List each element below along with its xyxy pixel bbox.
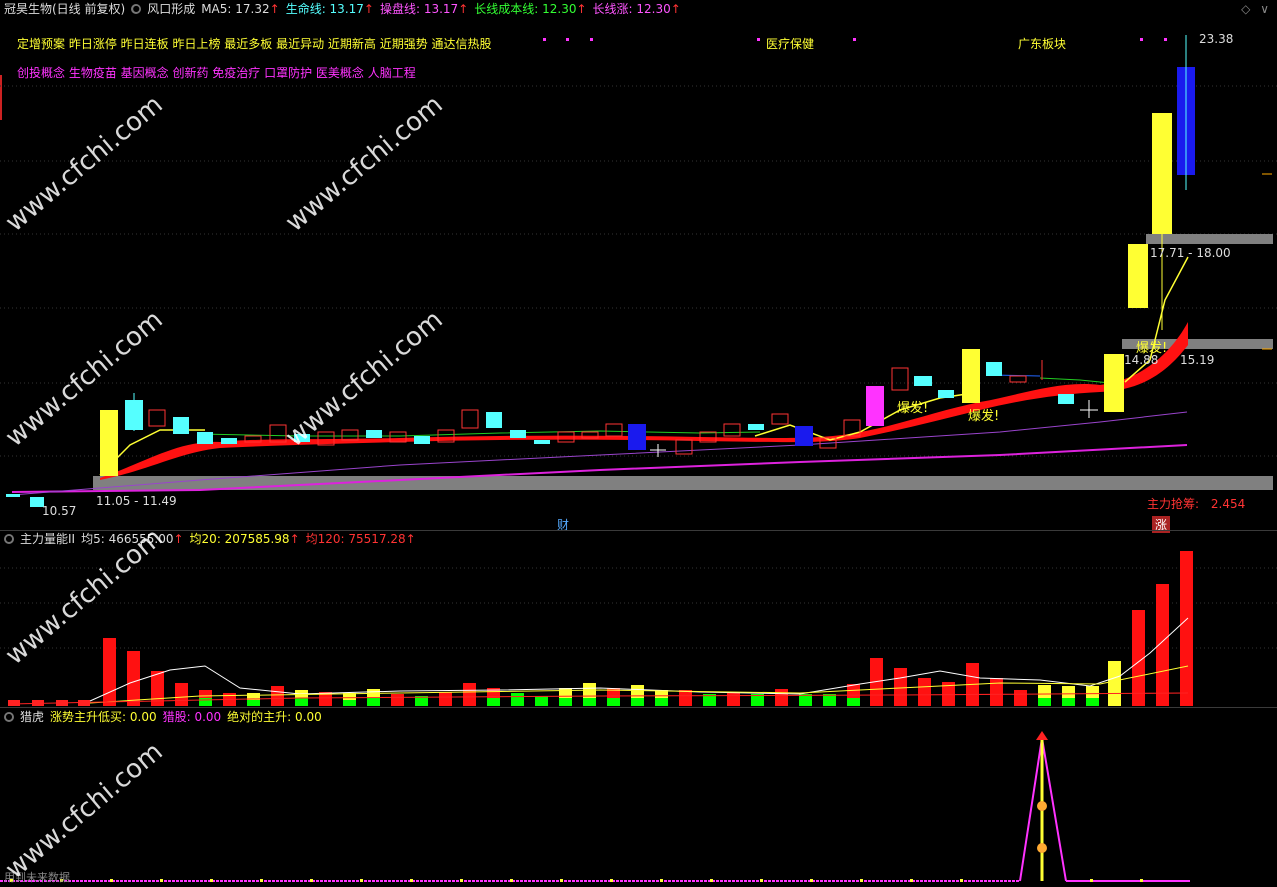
low-price-label: 10.57 xyxy=(42,504,77,518)
burst-label-1: 爆发! xyxy=(897,401,929,416)
hunt-value: 猎股: 0.00 xyxy=(162,710,222,724)
settings-icon[interactable]: ● xyxy=(4,712,14,722)
volume-chart[interactable] xyxy=(0,548,1277,708)
burst-label-3: 爆发! xyxy=(1136,341,1168,356)
absolute-rise: 绝对的主升: 0.00 xyxy=(227,710,322,724)
high-price-label: 23.38 xyxy=(1199,32,1234,46)
range-upper-label: 17.71 - 18.00 xyxy=(1150,246,1231,260)
settings-icon[interactable]: ● xyxy=(4,534,14,544)
volume-indicator-name[interactable]: 主力量能II xyxy=(20,530,75,548)
main-raise-label: 主力抢筹: 2.454 xyxy=(1147,497,1246,511)
price-chart[interactable] xyxy=(0,0,1277,530)
volume-avg20: 均20: 207585.98↑ xyxy=(189,532,300,546)
trend-low-buy: 涨势主升低买: 0.00 xyxy=(50,710,157,724)
burst-label-2: 爆发! xyxy=(968,409,1000,424)
range-lower-label: 11.05 - 11.49 xyxy=(96,494,177,508)
volume-avg120: 均120: 75517.28↑ xyxy=(305,532,416,546)
hunter-chart[interactable] xyxy=(0,726,1277,887)
volume-panel-header: ● 主力量能II 均5: 466555.00↑ 均20: 207585.98↑ … xyxy=(0,530,416,548)
range-mid-label-b: 15.19 xyxy=(1180,353,1215,367)
hunter-indicator-name[interactable]: 猎虎 xyxy=(20,708,44,726)
hunter-panel-header: ● 猎虎 涨势主升低买: 0.00 猎股: 0.00 绝对的主升: 0.00 xyxy=(0,708,322,726)
